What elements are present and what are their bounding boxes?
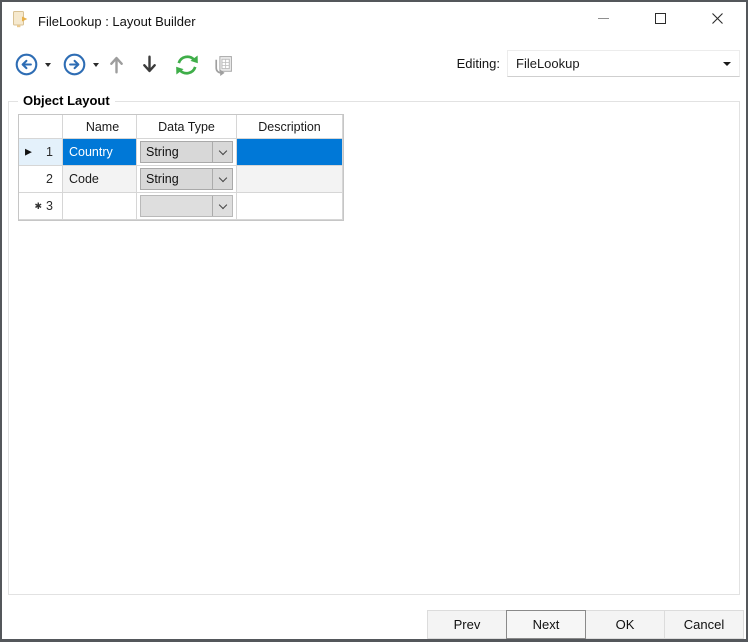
data-type-combobox[interactable]: String (140, 168, 233, 190)
chevron-down-icon (218, 146, 226, 154)
minimize-button[interactable] (575, 2, 632, 35)
new-row-icon: ✱ (35, 202, 43, 211)
editing-group: Editing: FileLookup (457, 50, 740, 77)
chevron-down-icon (723, 62, 731, 66)
window-title: FileLookup : Layout Builder (38, 14, 196, 29)
column-header-name[interactable]: Name (63, 115, 137, 139)
combobox-dropdown-button[interactable] (212, 142, 232, 162)
object-layout-title: Object Layout (18, 93, 115, 108)
cell-name-3[interactable] (63, 193, 137, 220)
row-header-1[interactable]: ▶ 1 (19, 139, 63, 166)
table-row: 2 Code String (19, 166, 343, 193)
close-button[interactable] (689, 2, 746, 35)
chevron-down-icon (218, 200, 226, 208)
move-up-icon (108, 52, 125, 77)
move-down-button[interactable] (141, 52, 158, 77)
column-header-description[interactable]: Description (237, 115, 343, 139)
grid-header-row: Name Data Type Description (19, 115, 343, 139)
back-button[interactable] (14, 52, 39, 77)
cancel-button[interactable]: Cancel (664, 610, 744, 639)
cell-data-type-3[interactable] (137, 193, 237, 220)
column-header-data-type[interactable]: Data Type (137, 115, 237, 139)
data-type-combobox[interactable] (140, 195, 233, 217)
editing-combobox-value: FileLookup (516, 56, 580, 71)
table-row: ✱ 3 (19, 193, 343, 220)
data-type-value: String (141, 142, 212, 162)
back-dropdown-button[interactable] (45, 63, 51, 67)
row-header-2[interactable]: 2 (19, 166, 63, 193)
combobox-dropdown-button[interactable] (212, 196, 232, 216)
refresh-button[interactable] (174, 52, 200, 78)
cell-name-2[interactable]: Code (63, 166, 137, 193)
combobox-dropdown-button[interactable] (212, 169, 232, 189)
cell-description-3[interactable] (237, 193, 343, 220)
back-dropdown-caret-icon (45, 63, 51, 67)
cell-data-type-1[interactable]: String (137, 139, 237, 166)
next-button[interactable]: Next (506, 610, 586, 639)
editing-label: Editing: (457, 56, 500, 71)
toolbar: Editing: FileLookup (2, 40, 746, 88)
chevron-down-icon (218, 173, 226, 181)
data-type-combobox[interactable]: String (140, 141, 233, 163)
maximize-button[interactable] (632, 2, 689, 35)
row-number: 3 (46, 199, 53, 213)
title-bar: FileLookup : Layout Builder (2, 2, 746, 40)
app-icon (11, 10, 29, 33)
move-up-button[interactable] (108, 52, 125, 77)
minimize-icon (598, 18, 609, 19)
editing-combobox[interactable]: FileLookup (507, 50, 740, 77)
forward-button[interactable] (62, 52, 87, 77)
row-number: 2 (46, 172, 53, 186)
table-row: ▶ 1 Country String (19, 139, 343, 166)
data-type-value: String (141, 169, 212, 189)
cell-description-1[interactable] (237, 139, 343, 166)
prev-button[interactable]: Prev (427, 610, 507, 639)
grid-corner-header[interactable] (19, 115, 63, 139)
layout-grid: Name Data Type Description ▶ 1 Country S… (18, 114, 344, 221)
refresh-icon (174, 52, 200, 78)
current-row-icon: ▶ (25, 148, 32, 157)
cell-data-type-2[interactable]: String (137, 166, 237, 193)
row-number: 1 (46, 145, 53, 159)
layout-builder-window: FileLookup : Layout Builder (0, 0, 748, 642)
move-down-icon (141, 52, 158, 77)
cell-name-1[interactable]: Country (63, 139, 137, 166)
back-icon (14, 52, 39, 77)
import-grid-icon (211, 54, 234, 77)
forward-dropdown-button[interactable] (93, 63, 99, 67)
maximize-icon (655, 13, 666, 24)
row-header-3-new[interactable]: ✱ 3 (19, 193, 63, 220)
footer-button-bar: Prev Next OK Cancel (428, 610, 744, 639)
forward-dropdown-caret-icon (93, 63, 99, 67)
close-icon (711, 12, 724, 25)
import-layout-button[interactable] (211, 54, 234, 77)
data-type-value (141, 196, 212, 216)
cell-description-2[interactable] (237, 166, 343, 193)
ok-button[interactable]: OK (585, 610, 665, 639)
forward-icon (62, 52, 87, 77)
